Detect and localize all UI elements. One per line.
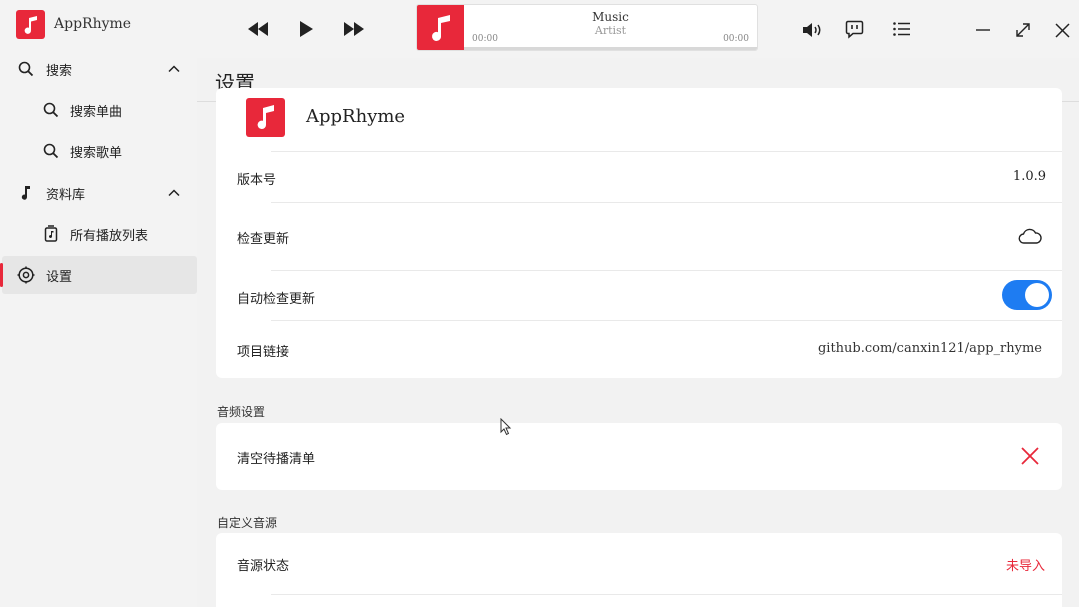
time-current: 00:00 bbox=[472, 34, 498, 44]
close-button[interactable] bbox=[1051, 19, 1073, 41]
source-status-value: 未导入 bbox=[1005, 559, 1045, 574]
about-card: AppRhyme 版本号 1.0.9 检查更新 自动检查更新 项目链接 gith… bbox=[216, 88, 1062, 378]
search-icon bbox=[42, 142, 60, 160]
top-bar: Music Artist 00:00 00:00 bbox=[197, 0, 1079, 58]
volume-button[interactable] bbox=[801, 19, 825, 41]
version-value: 1.0.9 bbox=[1012, 169, 1046, 184]
toggle-knob bbox=[1025, 283, 1049, 307]
sidebar-item-label: 设置 bbox=[46, 269, 73, 285]
app-logo bbox=[16, 10, 45, 39]
previous-button[interactable] bbox=[245, 18, 271, 40]
close-icon[interactable] bbox=[1021, 447, 1039, 465]
lyrics-button[interactable] bbox=[843, 18, 865, 40]
now-playing-panel[interactable]: Music Artist 00:00 00:00 bbox=[416, 4, 758, 51]
album-art bbox=[417, 5, 464, 50]
music-note-icon bbox=[24, 15, 37, 34]
queue-button[interactable] bbox=[891, 18, 913, 40]
project-link-value[interactable]: github.com/canxin121/app_rhyme bbox=[818, 341, 1042, 356]
sidebar-item-search-playlist[interactable]: 搜索歌单 bbox=[0, 132, 197, 170]
custom-source-card: 音源状态 未导入 bbox=[216, 533, 1062, 607]
search-icon bbox=[17, 60, 35, 78]
sidebar-item-all-playlists[interactable]: 所有播放列表 bbox=[0, 215, 197, 253]
sidebar-item-label: 搜索 bbox=[46, 63, 73, 79]
track-artist: Artist bbox=[594, 24, 627, 37]
check-update-label: 检查更新 bbox=[237, 232, 290, 247]
progress-bar[interactable] bbox=[464, 47, 757, 50]
play-button[interactable] bbox=[295, 18, 317, 40]
close-icon bbox=[1054, 22, 1070, 38]
auto-check-row: 自动检查更新 bbox=[216, 271, 1062, 321]
expand-icon bbox=[1016, 23, 1030, 37]
playlist-icon bbox=[42, 225, 60, 243]
sidebar-item-search[interactable]: 搜索 bbox=[0, 50, 197, 88]
search-icon bbox=[42, 101, 60, 119]
gear-icon bbox=[17, 266, 35, 284]
track-title: Music bbox=[592, 10, 629, 24]
next-button[interactable] bbox=[341, 18, 367, 40]
sidebar-item-label: 资料库 bbox=[46, 187, 86, 203]
app-info-row: AppRhyme bbox=[216, 98, 1062, 150]
about-app-name: AppRhyme bbox=[306, 106, 406, 127]
version-label: 版本号 bbox=[237, 173, 277, 188]
music-note-icon bbox=[17, 184, 35, 202]
divider bbox=[271, 594, 1062, 595]
sidebar: AppRhyme 搜索 搜索单曲 搜索歌单 资料库 所有播放列表 设置 bbox=[0, 0, 197, 607]
clear-queue-label: 清空待播清单 bbox=[237, 452, 316, 467]
sidebar-item-settings[interactable]: 设置 bbox=[2, 256, 197, 294]
check-update-row[interactable]: 检查更新 bbox=[216, 203, 1062, 270]
project-link-row[interactable]: 项目链接 github.com/canxin121/app_rhyme bbox=[216, 321, 1062, 378]
sidebar-item-label: 搜索歌单 bbox=[70, 145, 123, 161]
sidebar-item-label: 所有播放列表 bbox=[70, 228, 149, 244]
volume-icon bbox=[803, 23, 821, 37]
section-label-custom-source: 自定义音源 bbox=[217, 516, 278, 530]
cloud-icon[interactable] bbox=[1018, 228, 1042, 244]
app-name: AppRhyme bbox=[54, 16, 132, 32]
settings-page: 设置 AppRhyme 版本号 1.0.9 检查更新 自动检查更新 项目链接 g… bbox=[197, 58, 1079, 607]
sidebar-item-library[interactable]: 资料库 bbox=[0, 174, 197, 212]
lyrics-icon bbox=[845, 20, 863, 39]
minimize-button[interactable] bbox=[972, 19, 994, 39]
list-icon bbox=[893, 22, 910, 36]
source-status-label: 音源状态 bbox=[237, 559, 290, 574]
maximize-button[interactable] bbox=[1012, 19, 1034, 41]
section-label-audio: 音频设置 bbox=[217, 405, 266, 419]
play-icon bbox=[300, 21, 313, 37]
music-note-icon bbox=[431, 14, 450, 41]
time-total: 00:00 bbox=[723, 34, 749, 44]
fast-forward-icon bbox=[344, 22, 364, 36]
active-indicator bbox=[0, 263, 3, 287]
minimize-icon bbox=[976, 29, 990, 31]
audio-card: 清空待播清单 bbox=[216, 423, 1062, 490]
app-header: AppRhyme bbox=[0, 0, 197, 50]
rewind-icon bbox=[248, 22, 268, 36]
chevron-up-icon[interactable] bbox=[167, 62, 181, 76]
chevron-up-icon[interactable] bbox=[167, 186, 181, 200]
auto-check-label: 自动检查更新 bbox=[237, 292, 316, 307]
version-row: 版本号 1.0.9 bbox=[216, 152, 1062, 202]
music-note-icon bbox=[257, 104, 274, 129]
sidebar-item-search-song[interactable]: 搜索单曲 bbox=[0, 91, 197, 129]
app-logo bbox=[246, 98, 285, 137]
clear-queue-row[interactable]: 清空待播清单 bbox=[216, 423, 1062, 490]
mouse-cursor-icon bbox=[500, 418, 512, 436]
source-status-row: 音源状态 未导入 bbox=[216, 533, 1062, 594]
project-link-label: 项目链接 bbox=[237, 345, 290, 360]
auto-check-toggle[interactable] bbox=[1002, 280, 1052, 310]
sidebar-item-label: 搜索单曲 bbox=[70, 104, 123, 120]
